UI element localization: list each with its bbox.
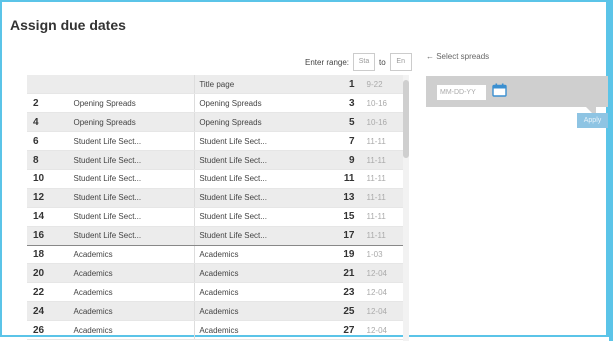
row-section-right: Student Life Sect... xyxy=(194,226,325,246)
range-label: Enter range: xyxy=(305,57,350,67)
row-number: 22 xyxy=(27,282,70,303)
calendar-icon[interactable] xyxy=(492,83,507,97)
row-number: 4 xyxy=(27,112,70,133)
row-page-number: 7 xyxy=(324,131,361,152)
table-row[interactable]: 2 Opening Spreads Opening Spreads 3 10-16 xyxy=(27,93,403,114)
row-page-number: 3 xyxy=(324,93,361,114)
row-number: 20 xyxy=(27,263,70,284)
row-due-date: 11-11 xyxy=(360,188,403,208)
row-page-number: 21 xyxy=(324,263,361,284)
row-number: 2 xyxy=(27,93,70,114)
row-due-date: 11-11 xyxy=(360,131,403,152)
row-section-right: Student Life Sect... xyxy=(194,169,325,189)
row-number: 6 xyxy=(27,131,70,152)
row-due-date: 10-16 xyxy=(360,93,403,114)
row-page-number: 19 xyxy=(324,245,361,265)
scrollbar-thumb[interactable] xyxy=(403,80,409,158)
row-due-date: 11-11 xyxy=(360,169,403,189)
row-section-left: Academics xyxy=(69,320,195,340)
row-page-number: 17 xyxy=(324,226,361,246)
row-due-date: 12-04 xyxy=(360,301,403,322)
range-end-input[interactable]: En xyxy=(389,53,412,71)
row-section-right: Title page xyxy=(194,75,325,95)
row-section-right: Academics xyxy=(194,282,325,303)
spreads-table: Title page 1 9-22 2 Opening Spreads Opening S… xyxy=(27,75,409,341)
apply-button[interactable]: Apply xyxy=(577,113,608,128)
row-page-number: 23 xyxy=(324,282,361,303)
range-start-input[interactable]: Sta xyxy=(353,53,376,71)
table-row[interactable]: 12 Student Life Sect... Student Life Sect.… xyxy=(27,188,403,208)
page-title: Assign due dates xyxy=(10,17,126,33)
row-section-right: Student Life Sect... xyxy=(194,188,325,208)
row-section-right: Academics xyxy=(194,263,325,284)
row-number: 14 xyxy=(27,207,70,227)
due-date-input[interactable]: MM-DD-YY xyxy=(437,85,486,100)
row-section-right: Academics xyxy=(194,320,325,340)
row-section-right: Student Life Sect... xyxy=(194,207,325,227)
row-page-number: 9 xyxy=(324,150,361,170)
row-section-left: Opening Spreads xyxy=(69,93,195,114)
row-number: 10 xyxy=(27,169,70,189)
range-filter: Enter range: Sta to En xyxy=(305,52,416,72)
table-row[interactable]: 22 Academics Academics 23 12-04 xyxy=(27,282,403,303)
row-due-date: 12-04 xyxy=(360,263,403,284)
row-section-left: Academics xyxy=(69,263,195,284)
row-section-right: Academics xyxy=(194,245,325,265)
row-section-left: Student Life Sect... xyxy=(69,131,195,152)
table-row[interactable]: 18 Academics Academics 19 1-03 xyxy=(27,245,403,265)
table-row[interactable]: 26 Academics Academics 27 12-04 xyxy=(27,320,403,340)
row-section-left: Student Life Sect... xyxy=(69,207,195,227)
row-number: 8 xyxy=(27,150,70,170)
table-row[interactable]: 24 Academics Academics 25 12-04 xyxy=(27,301,403,322)
row-page-number: 25 xyxy=(324,301,361,322)
table-row[interactable]: 14 Student Life Sect... Student Life Sect.… xyxy=(27,207,403,227)
row-section-left: Opening Spreads xyxy=(69,112,195,133)
row-page-number: 11 xyxy=(324,169,361,189)
row-number: 18 xyxy=(27,245,70,265)
table-scrollbar[interactable] xyxy=(403,75,409,341)
row-page-number: 15 xyxy=(324,207,361,227)
row-page-number: 1 xyxy=(324,75,361,95)
row-number: 12 xyxy=(27,188,70,208)
row-due-date: 9-22 xyxy=(360,75,403,95)
row-section-left: Academics xyxy=(69,301,195,322)
row-number: 16 xyxy=(27,226,70,246)
row-due-date: 12-04 xyxy=(360,320,403,340)
table-row[interactable]: 8 Student Life Sect... Student Life Sect..… xyxy=(27,150,403,170)
row-section-right: Opening Spreads xyxy=(194,93,325,114)
table-row[interactable]: 10 Student Life Sect... Student Life Sect.… xyxy=(27,169,403,189)
row-section-left: Student Life Sect... xyxy=(69,150,195,170)
row-due-date: 11-11 xyxy=(360,207,403,227)
row-number: 26 xyxy=(27,320,70,340)
row-due-date: 12-04 xyxy=(360,282,403,303)
table-row[interactable]: 16 Student Life Sect... Student Life Sect.… xyxy=(27,226,403,246)
row-due-date: 1-03 xyxy=(360,245,403,265)
row-section-left: Student Life Sect... xyxy=(69,188,195,208)
range-to-label: to xyxy=(379,57,386,67)
row-page-number: 27 xyxy=(324,320,361,340)
select-spreads-link[interactable]: ← Select spreads xyxy=(426,52,489,61)
row-section-right: Opening Spreads xyxy=(194,112,325,133)
table-row[interactable]: 6 Student Life Sect... Student Life Sect..… xyxy=(27,131,403,152)
dialog-right-edge xyxy=(609,0,613,341)
row-section-left: Student Life Sect... xyxy=(69,169,195,189)
row-number xyxy=(27,75,70,95)
row-page-number: 13 xyxy=(324,188,361,208)
row-due-date: 11-11 xyxy=(360,150,403,170)
row-due-date: 10-16 xyxy=(360,112,403,133)
row-section-right: Academics xyxy=(194,301,325,322)
row-due-date: 11-11 xyxy=(360,226,403,246)
row-section-left xyxy=(69,75,195,95)
row-page-number: 5 xyxy=(324,112,361,133)
row-number: 24 xyxy=(27,301,70,322)
row-section-right: Student Life Sect... xyxy=(194,150,325,170)
row-section-left: Academics xyxy=(69,282,195,303)
row-section-right: Student Life Sect... xyxy=(194,131,325,152)
row-section-left: Academics xyxy=(69,245,195,265)
table-row[interactable]: 20 Academics Academics 21 12-04 xyxy=(27,263,403,284)
table-row[interactable]: 4 Opening Spreads Opening Spreads 5 10-16 xyxy=(27,112,403,133)
row-section-left: Student Life Sect... xyxy=(69,226,195,246)
table-row[interactable]: Title page 1 9-22 xyxy=(27,75,403,95)
